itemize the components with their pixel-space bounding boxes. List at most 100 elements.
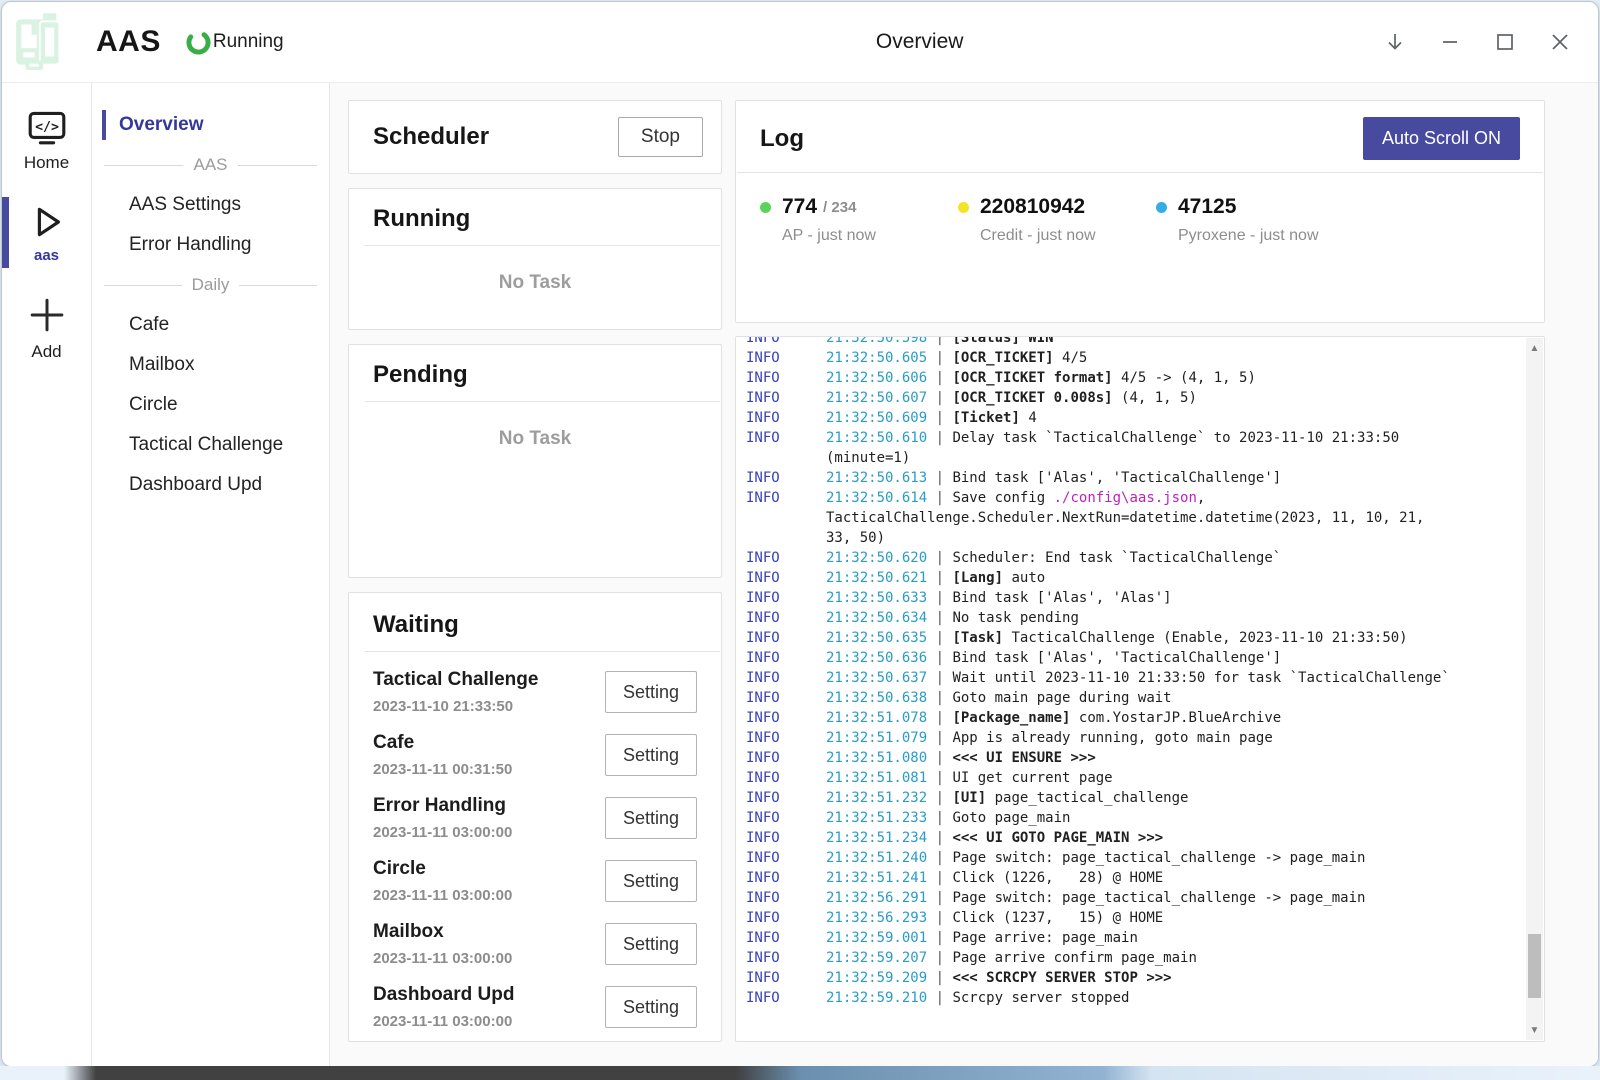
arrow-down-icon	[1384, 31, 1406, 53]
maximize-button[interactable]	[1485, 22, 1525, 62]
log-timestamp: 21:32:51.232	[826, 790, 927, 806]
log-level: INFO	[746, 828, 826, 848]
waiting-task-name: Circle	[373, 858, 512, 880]
waiting-task-time: 2023-11-11 03:00:00	[373, 950, 512, 967]
log-message: 21:32:51.232 | [UI] page_tactical_challe…	[826, 788, 1514, 808]
menu-item-mailbox[interactable]: Mailbox	[92, 345, 329, 385]
log-message: 21:32:50.636 | Bind task ['Alas', 'Tacti…	[826, 648, 1514, 668]
log-level: INFO	[746, 748, 826, 768]
log-line: INFO21:32:50.637 | Wait until 2023-11-10…	[746, 668, 1514, 688]
log-level: INFO	[746, 768, 826, 788]
log-line: INFO21:32:51.078 | [Package_name] com.Yo…	[746, 708, 1514, 728]
log-level: INFO	[746, 968, 826, 988]
menu-section-label: Daily	[192, 275, 230, 295]
menu-item-cafe[interactable]: Cafe	[92, 305, 329, 345]
log-timestamp: 21:32:50.634	[826, 610, 927, 626]
waiting-task-info: Error Handling2023-11-11 03:00:00	[373, 795, 512, 841]
close-button[interactable]	[1540, 22, 1580, 62]
log-separator: |	[927, 850, 952, 866]
rail-item-add[interactable]: Add	[2, 286, 91, 368]
log-separator: |	[927, 570, 952, 586]
log-timestamp: 21:32:50.607	[826, 390, 927, 406]
rail-item-home[interactable]: </> Home	[2, 103, 91, 179]
task-setting-button[interactable]: Setting	[605, 923, 697, 965]
log-line: INFO21:32:50.614 | Save config ./config\…	[746, 488, 1514, 548]
log-separator: |	[927, 710, 952, 726]
scroll-up-arrow-icon[interactable]: ▲	[1526, 340, 1543, 356]
overview-main: Scheduler Stop Running No Task Pending N…	[330, 83, 1598, 1066]
log-timestamp: 21:32:50.635	[826, 630, 927, 646]
waiting-task-row: Circle2023-11-11 03:00:00Setting	[373, 858, 697, 904]
menu-item-aas-settings[interactable]: AAS Settings	[92, 185, 329, 225]
log-level: INFO	[746, 928, 826, 948]
task-setting-button[interactable]: Setting	[605, 734, 697, 776]
log-line: INFO21:32:50.638 | Goto main page during…	[746, 688, 1514, 708]
active-indicator	[2, 197, 9, 268]
waiting-task-time: 2023-11-11 03:00:00	[373, 1013, 514, 1030]
log-message: 21:32:50.633 | Bind task ['Alas', 'Alas'…	[826, 588, 1514, 608]
scheduler-status-text: Running	[213, 31, 284, 53]
log-separator: |	[927, 650, 952, 666]
menu-item-dashboard-upd[interactable]: Dashboard Upd	[92, 465, 329, 505]
log-level: INFO	[746, 628, 826, 648]
auto-scroll-toggle-button[interactable]: Auto Scroll ON	[1363, 117, 1520, 160]
task-setting-button[interactable]: Setting	[605, 797, 697, 839]
task-setting-button[interactable]: Setting	[605, 860, 697, 902]
menu-item-circle[interactable]: Circle	[92, 385, 329, 425]
waiting-task-name: Tactical Challenge	[373, 669, 538, 691]
log-scrollbar-thumb[interactable]	[1528, 934, 1541, 998]
log-separator: |	[927, 610, 952, 626]
log-header-card: Log Auto Scroll ON 774/ 234AP - just now…	[735, 100, 1545, 323]
log-separator: |	[927, 910, 952, 926]
log-line: INFO21:32:51.241 | Click (1226, 28) @ HO…	[746, 868, 1514, 888]
scheduler-stop-button[interactable]: Stop	[618, 117, 703, 157]
task-setting-button[interactable]: Setting	[605, 986, 697, 1028]
waiting-task-row: Error Handling2023-11-11 03:00:00 Setting	[373, 795, 697, 841]
log-line: INFO21:32:50.636 | Bind task ['Alas', 'T…	[746, 648, 1514, 668]
rail-item-aas[interactable]: aas	[2, 195, 91, 270]
log-timestamp: 21:32:59.001	[826, 930, 927, 946]
log-separator: |	[927, 950, 952, 966]
waiting-task-row: Tactical Challenge 2023-11-10 21:33:50 Set…	[373, 669, 697, 715]
nav-rail: </> Home aas Add	[2, 83, 92, 1066]
rail-item-label: aas	[34, 247, 59, 264]
stat-value: 774	[782, 195, 817, 219]
log-level: INFO	[746, 608, 826, 628]
minimize-icon	[1439, 31, 1461, 53]
task-setting-button[interactable]: Setting	[605, 671, 697, 713]
log-separator: |	[927, 890, 952, 906]
minimize-button[interactable]	[1430, 22, 1470, 62]
log-view[interactable]: INFO21:32:50.598 | [Status] WININFO21:32…	[735, 336, 1545, 1042]
log-timestamp: 21:32:50.636	[826, 650, 927, 666]
menu-item-overview[interactable]: Overview	[92, 105, 329, 145]
log-line: INFO21:32:50.610 | Delay task `TacticalC…	[746, 428, 1514, 468]
log-level: INFO	[746, 888, 826, 908]
log-message: 21:32:59.207 | Page arrive confirm page_…	[826, 948, 1514, 968]
log-line: INFO21:32:59.207 | Page arrive confirm p…	[746, 948, 1514, 968]
log-separator: |	[927, 930, 952, 946]
log-timestamp: 21:32:56.291	[826, 890, 927, 906]
log-title: Log	[760, 125, 804, 153]
waiting-task-name: Mailbox	[373, 921, 512, 943]
log-line: INFO21:32:50.635 | [Task] TacticalChalle…	[746, 628, 1514, 648]
running-title: Running	[373, 205, 697, 233]
log-message: 21:32:50.635 | [Task] TacticalChallenge …	[826, 628, 1514, 648]
scroll-down-arrow-icon[interactable]: ▼	[1526, 1022, 1543, 1038]
menu-item-error-handling[interactable]: Error Handling	[92, 225, 329, 265]
log-separator: |	[927, 990, 952, 1006]
stat-dot-icon	[958, 202, 969, 213]
log-line: INFO21:32:50.620 | Scheduler: End task `…	[746, 548, 1514, 568]
plus-icon	[26, 294, 68, 336]
close-icon	[1549, 31, 1571, 53]
log-level: INFO	[746, 688, 826, 708]
waiting-task-name: Dashboard Upd	[373, 984, 514, 1006]
rail-item-label: Home	[24, 153, 69, 173]
menu-item-tactical-challenge[interactable]: Tactical Challenge	[92, 425, 329, 465]
menu-section-label: AAS	[193, 155, 227, 175]
waiting-task-time: 2023-11-10 21:33:50	[373, 698, 538, 715]
log-level: INFO	[746, 348, 826, 368]
log-line: INFO21:32:50.605 | [OCR_TICKET] 4/5	[746, 348, 1514, 368]
hide-to-tray-button[interactable]	[1375, 22, 1415, 62]
log-scrollbar[interactable]: ▲ ▼	[1526, 338, 1543, 1040]
log-timestamp: 21:32:51.234	[826, 830, 927, 846]
